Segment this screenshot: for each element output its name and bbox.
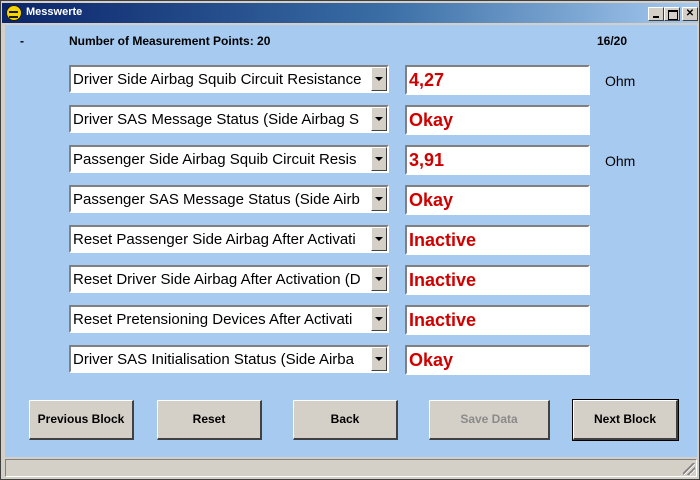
measurement-row: Passenger SAS Message Status (Side Airb …: [5, 185, 697, 215]
chevron-down-icon[interactable]: [371, 267, 387, 291]
title-bar[interactable]: Messwerte ✕: [2, 3, 698, 23]
chevron-down-icon[interactable]: [371, 147, 387, 171]
measurement-select[interactable]: Passenger SAS Message Status (Side Airb: [69, 185, 389, 213]
measurement-row: Reset Driver Side Airbag After Activatio…: [5, 265, 697, 295]
minimize-button[interactable]: [648, 7, 664, 21]
close-button[interactable]: ✕: [682, 7, 698, 21]
measurement-value: Okay: [409, 350, 454, 370]
measurement-select-value: Passenger Side Airbag Squib Circuit Resi…: [73, 151, 357, 168]
measurement-value: Okay: [409, 190, 454, 210]
chevron-down-icon[interactable]: [371, 227, 387, 251]
measurement-value-box: Inactive: [405, 305, 590, 335]
chevron-down-icon[interactable]: [371, 67, 387, 91]
previous-block-button[interactable]: Previous Block: [29, 400, 134, 440]
chevron-down-icon[interactable]: [371, 187, 387, 211]
maximize-button[interactable]: [664, 7, 680, 21]
measurement-select[interactable]: Reset Pretensioning Devices After Activa…: [69, 305, 389, 333]
measurement-row: Reset Passenger Side Airbag After Activa…: [5, 225, 697, 255]
measurement-select-value: Reset Pretensioning Devices After Activa…: [73, 311, 353, 328]
measurement-value: Inactive: [409, 230, 477, 250]
next-block-button[interactable]: Next Block: [572, 399, 679, 441]
measurement-value: 3,91: [409, 150, 445, 170]
main-window: Messwerte ✕ - Number of Measurement Poin…: [0, 0, 700, 480]
measurement-select[interactable]: Reset Driver Side Airbag After Activatio…: [69, 265, 389, 293]
measurement-select[interactable]: Driver SAS Initialisation Status (Side A…: [69, 345, 389, 373]
header-dash: -: [20, 34, 24, 48]
back-button[interactable]: Back: [293, 400, 398, 440]
measurement-select-value: Reset Driver Side Airbag After Activatio…: [73, 271, 361, 288]
measurement-row: Passenger Side Airbag Squib Circuit Resi…: [5, 145, 697, 175]
measurement-unit: Ohm: [605, 73, 636, 89]
measurement-row: Driver SAS Initialisation Status (Side A…: [5, 345, 697, 375]
opel-logo-icon: [6, 5, 22, 21]
measurement-value-box: Okay: [405, 185, 590, 215]
measurement-select-value: Passenger SAS Message Status (Side Airb: [73, 191, 360, 208]
measurement-select-value: Reset Passenger Side Airbag After Activa…: [73, 231, 356, 248]
measurement-row: Driver SAS Message Status (Side Airbag S…: [5, 105, 697, 135]
measurement-row: Reset Pretensioning Devices After Activa…: [5, 305, 697, 335]
measurement-value-box: Inactive: [405, 265, 590, 295]
resize-grip-icon[interactable]: [683, 463, 695, 475]
measurement-value-box: Inactive: [405, 225, 590, 255]
measurement-select-value: Driver SAS Initialisation Status (Side A…: [73, 351, 354, 368]
measurement-panel: - Number of Measurement Points: 20 16/20…: [5, 25, 697, 457]
measurement-select[interactable]: Reset Passenger Side Airbag After Activa…: [69, 225, 389, 253]
measurement-value-box: Okay: [405, 345, 590, 375]
measurement-value: 4,27: [409, 70, 445, 90]
measurement-select[interactable]: Passenger Side Airbag Squib Circuit Resi…: [69, 145, 389, 173]
measurement-select[interactable]: Driver SAS Message Status (Side Airbag S: [69, 105, 389, 133]
chevron-down-icon[interactable]: [371, 107, 387, 131]
window-title: Messwerte: [26, 6, 83, 18]
measurement-select[interactable]: Driver Side Airbag Squib Circuit Resista…: [69, 65, 389, 93]
measurement-value: Inactive: [409, 310, 477, 330]
measurement-select-value: Driver Side Airbag Squib Circuit Resista…: [73, 71, 362, 88]
measurement-points-label: Number of Measurement Points: 20: [69, 34, 271, 48]
measurement-value-box: 3,91: [405, 145, 590, 175]
page-counter: 16/20: [597, 34, 628, 48]
measurement-unit: Ohm: [605, 153, 636, 169]
measurement-value-box: Okay: [405, 105, 590, 135]
measurement-value: Okay: [409, 110, 454, 130]
save-data-button[interactable]: Save Data: [429, 400, 550, 440]
reset-button[interactable]: Reset: [157, 400, 262, 440]
measurement-row: Driver Side Airbag Squib Circuit Resista…: [5, 65, 697, 95]
measurement-value: Inactive: [409, 270, 477, 290]
status-bar: [5, 459, 697, 477]
measurement-value-box: 4,27: [405, 65, 590, 95]
chevron-down-icon[interactable]: [371, 307, 387, 331]
measurement-select-value: Driver SAS Message Status (Side Airbag S: [73, 111, 359, 128]
chevron-down-icon[interactable]: [371, 347, 387, 371]
